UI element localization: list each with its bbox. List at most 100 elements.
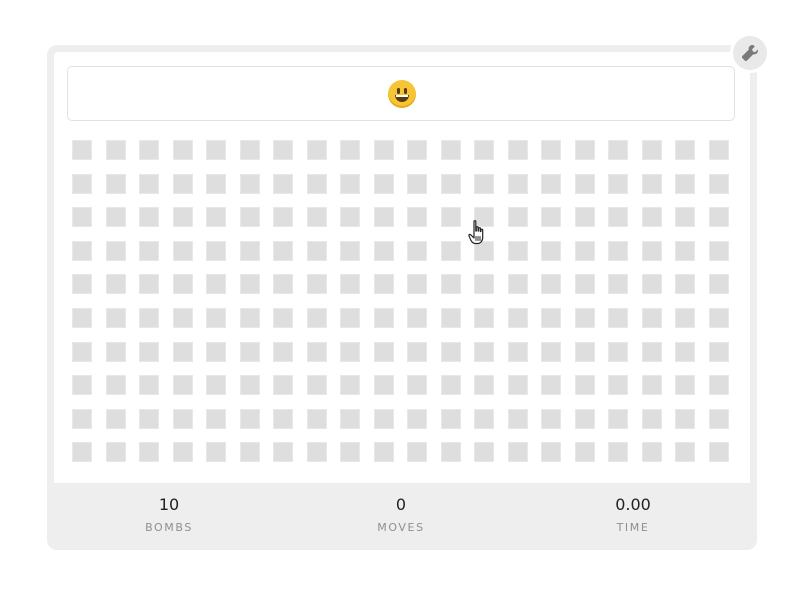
mine-cell[interactable] (139, 375, 159, 395)
mine-cell[interactable] (407, 241, 427, 261)
mine-cell[interactable] (307, 241, 327, 261)
mine-cell[interactable] (139, 274, 159, 294)
mine-cell[interactable] (575, 342, 595, 362)
mine-cell[interactable] (675, 409, 695, 429)
mine-cell[interactable] (675, 342, 695, 362)
mine-cell[interactable] (608, 241, 628, 261)
mine-cell[interactable] (106, 342, 126, 362)
mine-cell[interactable] (441, 174, 461, 194)
mine-cell[interactable] (240, 174, 260, 194)
mine-cell[interactable] (642, 174, 662, 194)
mine-cell[interactable] (608, 442, 628, 462)
mine-cell[interactable] (374, 375, 394, 395)
mine-cell[interactable] (474, 342, 494, 362)
mine-cell[interactable] (508, 274, 528, 294)
mine-cell[interactable] (240, 409, 260, 429)
mine-cell[interactable] (608, 308, 628, 328)
mine-cell[interactable] (240, 442, 260, 462)
mine-cell[interactable] (139, 174, 159, 194)
mine-cell[interactable] (608, 274, 628, 294)
mine-cell[interactable] (273, 308, 293, 328)
mine-cell[interactable] (508, 442, 528, 462)
mine-cell[interactable] (441, 308, 461, 328)
mine-cell[interactable] (374, 140, 394, 160)
mine-cell[interactable] (374, 241, 394, 261)
mine-cell[interactable] (441, 342, 461, 362)
mine-cell[interactable] (206, 409, 226, 429)
mine-cell[interactable] (173, 174, 193, 194)
mine-cell[interactable] (441, 207, 461, 227)
mine-cell[interactable] (474, 375, 494, 395)
mine-cell[interactable] (374, 409, 394, 429)
mine-cell[interactable] (206, 274, 226, 294)
mine-cell[interactable] (273, 274, 293, 294)
mine-cell[interactable] (139, 140, 159, 160)
mine-cell[interactable] (340, 342, 360, 362)
mine-cell[interactable] (675, 207, 695, 227)
mine-cell[interactable] (106, 442, 126, 462)
mine-cell[interactable] (173, 342, 193, 362)
smiley-face-icon[interactable] (388, 80, 416, 108)
mine-cell[interactable] (608, 140, 628, 160)
mine-cell[interactable] (441, 442, 461, 462)
mine-cell[interactable] (474, 140, 494, 160)
mine-cell[interactable] (709, 375, 729, 395)
mine-cell[interactable] (407, 342, 427, 362)
mine-cell[interactable] (307, 274, 327, 294)
mine-cell[interactable] (307, 342, 327, 362)
mine-cell[interactable] (106, 207, 126, 227)
mine-cell[interactable] (240, 342, 260, 362)
mine-cell[interactable] (541, 241, 561, 261)
mine-cell[interactable] (441, 409, 461, 429)
mine-cell[interactable] (541, 375, 561, 395)
mine-cell[interactable] (407, 274, 427, 294)
mine-cell[interactable] (474, 442, 494, 462)
mine-cell[interactable] (72, 409, 92, 429)
mine-cell[interactable] (307, 375, 327, 395)
mine-cell[interactable] (474, 174, 494, 194)
mine-cell[interactable] (608, 174, 628, 194)
mine-cell[interactable] (106, 375, 126, 395)
mine-cell[interactable] (273, 342, 293, 362)
mine-cell[interactable] (608, 342, 628, 362)
mine-cell[interactable] (508, 342, 528, 362)
mine-cell[interactable] (407, 442, 427, 462)
mine-cell[interactable] (541, 207, 561, 227)
settings-button[interactable] (730, 33, 770, 73)
mine-cell[interactable] (642, 241, 662, 261)
mine-cell[interactable] (240, 241, 260, 261)
mine-cell[interactable] (240, 375, 260, 395)
mine-cell[interactable] (106, 241, 126, 261)
mine-cell[interactable] (474, 274, 494, 294)
mine-cell[interactable] (675, 308, 695, 328)
mine-cell[interactable] (240, 207, 260, 227)
mine-cell[interactable] (508, 174, 528, 194)
mine-cell[interactable] (575, 308, 595, 328)
mine-cell[interactable] (72, 174, 92, 194)
mine-cell[interactable] (441, 241, 461, 261)
mine-cell[interactable] (374, 442, 394, 462)
mine-cell[interactable] (709, 174, 729, 194)
mine-cell[interactable] (240, 274, 260, 294)
mine-cell[interactable] (307, 442, 327, 462)
mine-cell[interactable] (541, 274, 561, 294)
mine-cell[interactable] (709, 342, 729, 362)
mine-cell[interactable] (139, 342, 159, 362)
mine-cell[interactable] (273, 174, 293, 194)
mine-cell[interactable] (709, 241, 729, 261)
mine-cell[interactable] (474, 409, 494, 429)
mine-cell[interactable] (340, 140, 360, 160)
mine-cell[interactable] (72, 274, 92, 294)
mine-cell[interactable] (441, 375, 461, 395)
mine-cell[interactable] (709, 274, 729, 294)
mine-cell[interactable] (72, 442, 92, 462)
mine-cell[interactable] (675, 274, 695, 294)
mine-cell[interactable] (407, 140, 427, 160)
mine-cell[interactable] (541, 174, 561, 194)
mine-cell[interactable] (575, 274, 595, 294)
mine-cell[interactable] (675, 241, 695, 261)
mine-cell[interactable] (709, 207, 729, 227)
mine-cell[interactable] (307, 207, 327, 227)
mine-cell[interactable] (407, 308, 427, 328)
mine-cell[interactable] (340, 207, 360, 227)
